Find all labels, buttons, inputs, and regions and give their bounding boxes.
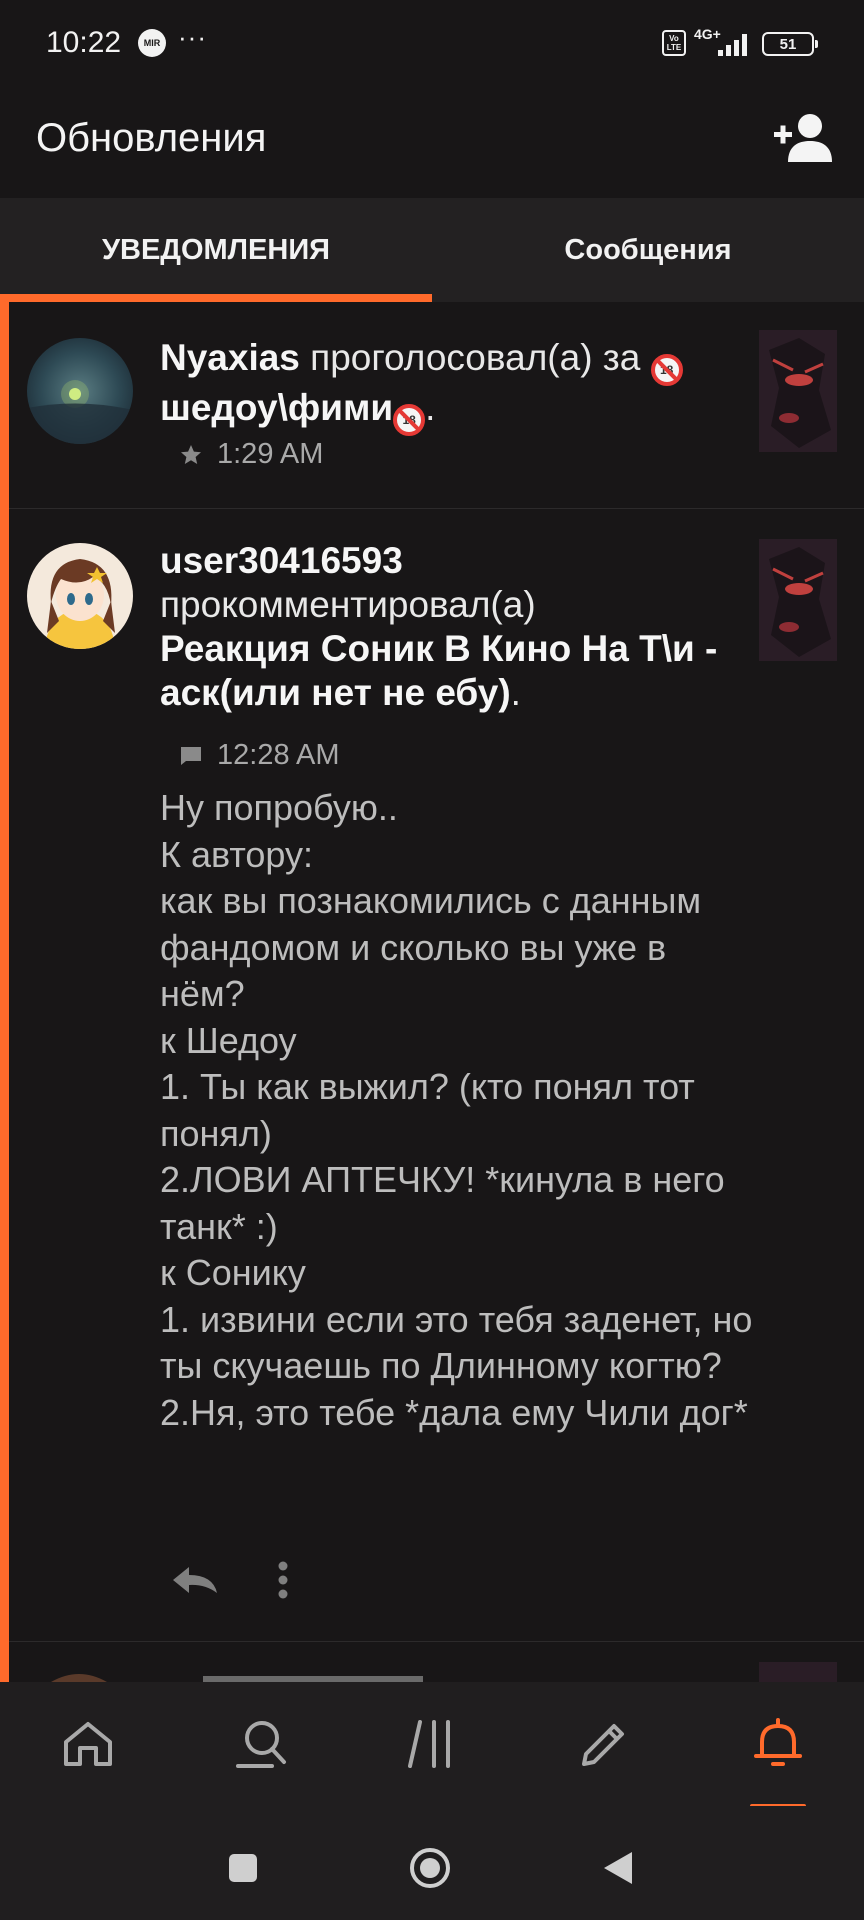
- network-type: 4G+: [694, 26, 721, 42]
- library-icon: [408, 1720, 450, 1768]
- add-user-icon: [774, 114, 832, 162]
- system-navigation: [0, 1806, 864, 1920]
- more-options-icon[interactable]: [277, 1561, 289, 1599]
- app-bar: Обновления: [0, 86, 864, 198]
- notification-text: Nyaxias проголосовал(а) за 18шедоу\фими 1…: [160, 336, 750, 436]
- nav-write[interactable]: [572, 1712, 636, 1776]
- home-icon: [64, 1722, 112, 1766]
- under-18-icon: 18: [650, 354, 683, 386]
- notification-target[interactable]: шедоу\фими: [160, 387, 393, 428]
- avatar[interactable]: [27, 543, 133, 649]
- notification-target[interactable]: Реакция Соник В Кино На Т\и - аск(или не…: [160, 628, 717, 713]
- battery-icon: 51: [762, 32, 818, 56]
- home-circle-icon[interactable]: [408, 1846, 452, 1890]
- bottom-navigation: [0, 1682, 864, 1806]
- status-bar: 10:22 MIR ··· Vo LTE 4G+ 51: [0, 0, 864, 86]
- bell-icon: [754, 1718, 802, 1766]
- notification-time: 12:28 AM: [217, 739, 340, 771]
- page-title: Обновления: [36, 116, 267, 160]
- under-18-icon: 18: [393, 404, 426, 436]
- nav-notifications[interactable]: [746, 1712, 810, 1776]
- search-icon: [236, 1721, 286, 1768]
- comment-icon: [181, 746, 201, 765]
- tab-messages[interactable]: Сообщения: [432, 198, 864, 302]
- notification-user[interactable]: user30416593: [160, 540, 403, 581]
- comment-actions: [169, 1561, 289, 1599]
- notification-meta: 1:29 AM: [179, 438, 323, 471]
- nav-home[interactable]: [56, 1712, 120, 1776]
- notifications-feed[interactable]: Nyaxias проголосовал(а) за 18шедоу\фими 1…: [0, 302, 864, 1682]
- signal-icon: [718, 32, 752, 56]
- recents-icon[interactable]: [227, 1852, 259, 1884]
- notification-action: проголосовал(а) за: [299, 337, 651, 378]
- mir-icon: MIR: [138, 29, 166, 57]
- comment-text: Ну попробую.. К автору: как вы познакоми…: [160, 787, 753, 1433]
- add-user-button[interactable]: [772, 110, 836, 166]
- story-thumbnail[interactable]: [759, 539, 837, 661]
- active-tab-indicator: [0, 294, 432, 302]
- notification-item[interactable]: Nyaxias проголосовал(а) за 18шедоу\фими 1…: [9, 302, 864, 509]
- write-icon: [582, 1724, 624, 1766]
- story-thumbnail[interactable]: [759, 330, 837, 452]
- star-icon: [181, 444, 201, 464]
- tab-notifications[interactable]: УВЕДОМЛЕНИЯ: [0, 198, 432, 302]
- notification-text: user30416593 прокомментировал(а) Реакция…: [160, 539, 750, 715]
- more-notifications-icon: ···: [178, 22, 207, 52]
- notification-item[interactable]: user30416593 прокомментировал(а) Реакция…: [9, 509, 864, 1642]
- notification-target-suffix: .: [510, 672, 521, 713]
- avatar[interactable]: [27, 338, 133, 444]
- reply-icon[interactable]: [169, 1563, 221, 1597]
- notification-item-partial[interactable]: [9, 1642, 864, 1682]
- tab-bar: УВЕДОМЛЕНИЯ Сообщения: [0, 198, 864, 302]
- notification-meta: 12:28 AM: [179, 739, 340, 772]
- nav-library[interactable]: [400, 1712, 464, 1776]
- notification-target-suffix: .: [425, 387, 436, 428]
- status-time: 10:22: [46, 26, 122, 59]
- notification-user[interactable]: Nyaxias: [160, 337, 300, 378]
- back-icon[interactable]: [602, 1850, 634, 1886]
- unread-accent-bar: [0, 302, 9, 1682]
- notification-action: прокомментировал(а): [160, 584, 536, 625]
- volte-icon: Vo LTE: [662, 30, 686, 56]
- notification-time: 1:29 AM: [217, 438, 324, 470]
- nav-search[interactable]: [228, 1712, 292, 1776]
